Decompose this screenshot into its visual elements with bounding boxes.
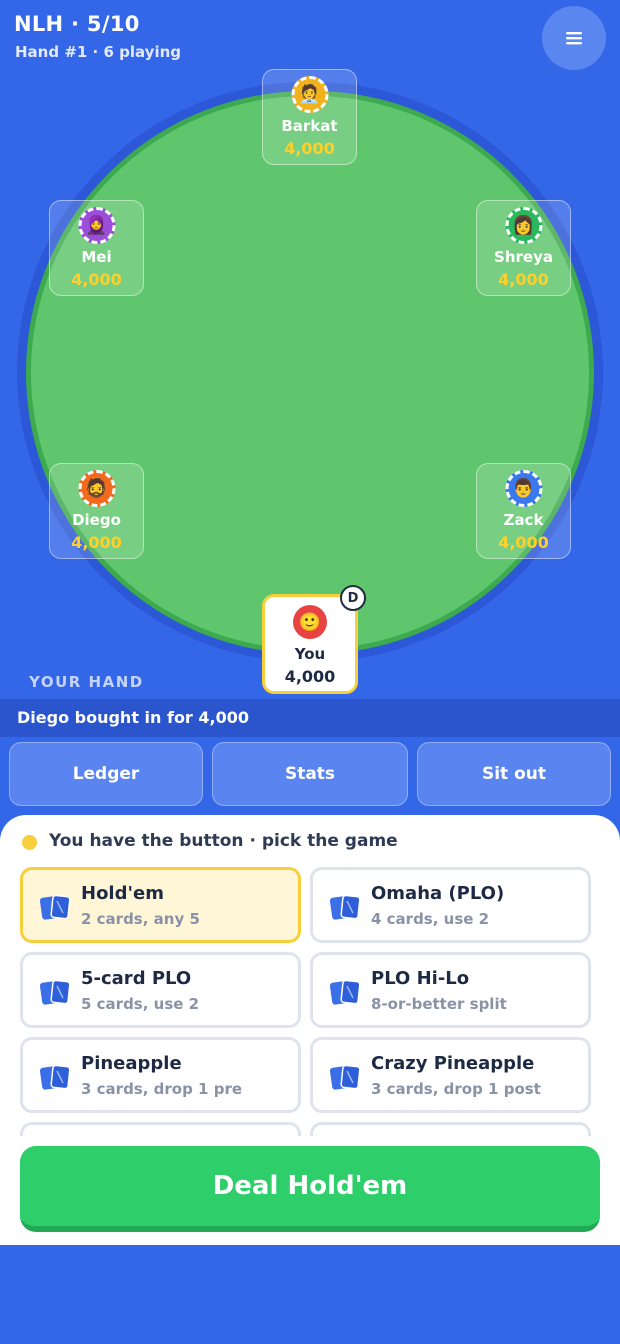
seat-name: Diego bbox=[72, 511, 121, 529]
cards-icon bbox=[329, 1064, 361, 1090]
game-option-plo-hilo[interactable]: PLO Hi-Lo 8-or-better split bbox=[310, 952, 591, 1028]
game-name: 5-card PLO bbox=[81, 968, 192, 989]
cards-icon bbox=[39, 894, 71, 920]
game-option-omaha[interactable]: Omaha (PLO) 4 cards, use 2 bbox=[310, 867, 591, 943]
avatar: 🧑‍💼 bbox=[291, 76, 328, 113]
ledger-button[interactable]: Ledger bbox=[9, 742, 203, 806]
game-desc: 8-or-better split bbox=[371, 995, 507, 1013]
avatar: 👨 bbox=[505, 470, 542, 507]
seat-shreya[interactable]: 👩 Shreya 4,000 bbox=[476, 200, 571, 296]
seat-stack: 4,000 bbox=[71, 533, 122, 552]
seat-mei[interactable]: 🧕 Mei 4,000 bbox=[49, 200, 144, 296]
menu-button[interactable] bbox=[542, 6, 606, 70]
seat-name: Shreya bbox=[494, 248, 553, 266]
game-option-partial[interactable] bbox=[20, 1122, 301, 1136]
game-desc: 3 cards, drop 1 post bbox=[371, 1080, 541, 1098]
seat-name: Mei bbox=[81, 248, 112, 266]
cards-icon bbox=[39, 979, 71, 1005]
avatar: 👩 bbox=[505, 207, 542, 244]
seat-stack: 4,000 bbox=[284, 667, 336, 686]
dealer-button: D bbox=[340, 585, 366, 611]
game-name: Crazy Pineapple bbox=[371, 1053, 535, 1074]
seat-name: Zack bbox=[503, 511, 544, 529]
seat-name: You bbox=[294, 645, 326, 663]
game-desc: 3 cards, drop 1 pre bbox=[81, 1080, 243, 1098]
event-log-bar: Diego bought in for 4,000 bbox=[0, 699, 620, 737]
event-log-text: Diego bought in for 4,000 bbox=[17, 708, 249, 727]
game-picker-title: You have the button · pick the game bbox=[49, 831, 398, 851]
avatar: 🧔 bbox=[78, 470, 115, 507]
your-hand-label: YOUR HAND bbox=[29, 673, 144, 691]
game-name: PLO Hi-Lo bbox=[371, 968, 470, 989]
game-option-partial[interactable] bbox=[310, 1122, 591, 1136]
cards-icon bbox=[329, 979, 361, 1005]
poker-table-felt bbox=[26, 91, 594, 654]
seat-stack: 4,000 bbox=[498, 270, 549, 289]
game-option-holdem[interactable]: Hold'em 2 cards, any 5 bbox=[20, 867, 301, 943]
game-desc: 4 cards, use 2 bbox=[371, 910, 490, 928]
stats-button[interactable]: Stats bbox=[212, 742, 408, 806]
game-desc: 2 cards, any 5 bbox=[81, 910, 200, 928]
seat-stack: 4,000 bbox=[284, 139, 335, 158]
cards-icon bbox=[329, 894, 361, 920]
game-option-crazy-pineapple[interactable]: Crazy Pineapple 3 cards, drop 1 post bbox=[310, 1037, 591, 1113]
seat-you[interactable]: 🙂 You 4,000 bbox=[262, 594, 358, 694]
game-desc: 5 cards, use 2 bbox=[81, 995, 200, 1013]
cards-icon bbox=[39, 1064, 71, 1090]
hamburger-menu-icon bbox=[566, 32, 582, 45]
deal-button[interactable]: Deal Hold'em bbox=[20, 1146, 600, 1232]
hand-info: Hand #1 · 6 playing bbox=[15, 43, 181, 61]
avatar: 🧕 bbox=[78, 207, 115, 244]
game-title: NLH · 5/10 bbox=[14, 12, 140, 36]
game-name: Hold'em bbox=[81, 883, 164, 904]
seat-stack: 4,000 bbox=[498, 533, 549, 552]
button-indicator-dot bbox=[22, 835, 37, 850]
seat-name: Barkat bbox=[281, 117, 338, 135]
seat-diego[interactable]: 🧔 Diego 4,000 bbox=[49, 463, 144, 559]
seat-barkat[interactable]: 🧑‍💼 Barkat 4,000 bbox=[262, 69, 357, 165]
seat-stack: 4,000 bbox=[71, 270, 122, 289]
avatar: 🙂 bbox=[293, 605, 327, 639]
game-name: Omaha (PLO) bbox=[371, 883, 505, 904]
game-option-pineapple[interactable]: Pineapple 3 cards, drop 1 pre bbox=[20, 1037, 301, 1113]
sit-out-button[interactable]: Sit out bbox=[417, 742, 611, 806]
seat-zack[interactable]: 👨 Zack 4,000 bbox=[476, 463, 571, 559]
game-name: Pineapple bbox=[81, 1053, 182, 1074]
game-option-5card-plo[interactable]: 5-card PLO 5 cards, use 2 bbox=[20, 952, 301, 1028]
